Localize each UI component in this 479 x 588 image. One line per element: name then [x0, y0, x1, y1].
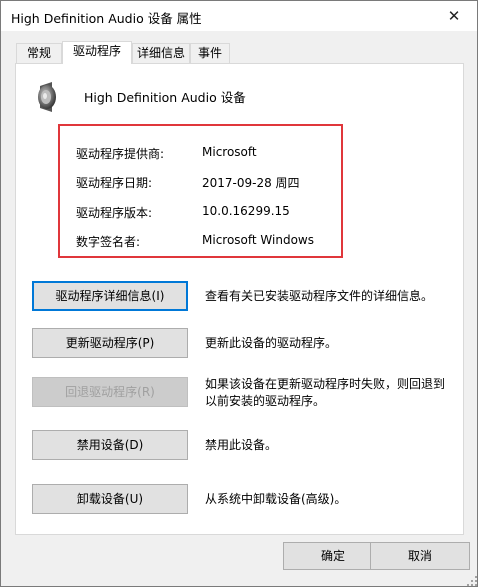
provider-label: 驱动程序提供商: — [76, 147, 165, 161]
uninstall-device-button[interactable]: 卸载设备(U) — [32, 484, 188, 514]
resize-grip-icon[interactable] — [467, 576, 477, 586]
date-label: 驱动程序日期: — [76, 176, 153, 190]
device-name: High Definition Audio 设备 — [84, 90, 246, 105]
update-driver-desc: 更新此设备的驱动程序。 — [205, 336, 338, 350]
disable-device-button[interactable]: 禁用设备(D) — [32, 430, 188, 460]
rollback-driver-button: 回退驱动程序(R) — [32, 377, 188, 407]
tab-general[interactable]: 常规 — [16, 43, 62, 63]
driver-details-desc: 查看有关已安装驱动程序文件的详细信息。 — [205, 289, 434, 303]
tab-details[interactable]: 详细信息 — [132, 43, 190, 63]
cancel-button[interactable]: 取消 — [370, 542, 470, 570]
tab-driver[interactable]: 驱动程序 — [62, 41, 132, 64]
window-title: High Definition Audio 设备 属性 — [11, 11, 202, 26]
signer-value: Microsoft Windows — [202, 233, 314, 247]
driver-details-button[interactable]: 驱动程序详细信息(I) — [32, 281, 188, 311]
close-icon[interactable]: ✕ — [437, 3, 471, 29]
version-label: 驱动程序版本: — [76, 206, 153, 220]
tab-events[interactable]: 事件 — [190, 43, 230, 63]
provider-value: Microsoft — [202, 145, 257, 159]
title-bar[interactable]: High Definition Audio 设备 属性 ✕ — [1, 1, 477, 31]
date-value: 2017-09-28 周四 — [202, 176, 300, 190]
disable-device-desc: 禁用此设备。 — [205, 438, 278, 452]
update-driver-button[interactable]: 更新驱动程序(P) — [32, 328, 188, 358]
rollback-driver-desc: 如果该设备在更新驱动程序时失败，则回退到以前安装的驱动程序。 — [205, 377, 446, 408]
signer-label: 数字签名者: — [76, 235, 141, 249]
version-value: 10.0.16299.15 — [202, 204, 290, 218]
speaker-icon — [38, 82, 56, 112]
ok-button[interactable]: 确定 — [283, 542, 383, 570]
uninstall-device-desc: 从系统中卸载设备(高级)。 — [205, 492, 347, 506]
